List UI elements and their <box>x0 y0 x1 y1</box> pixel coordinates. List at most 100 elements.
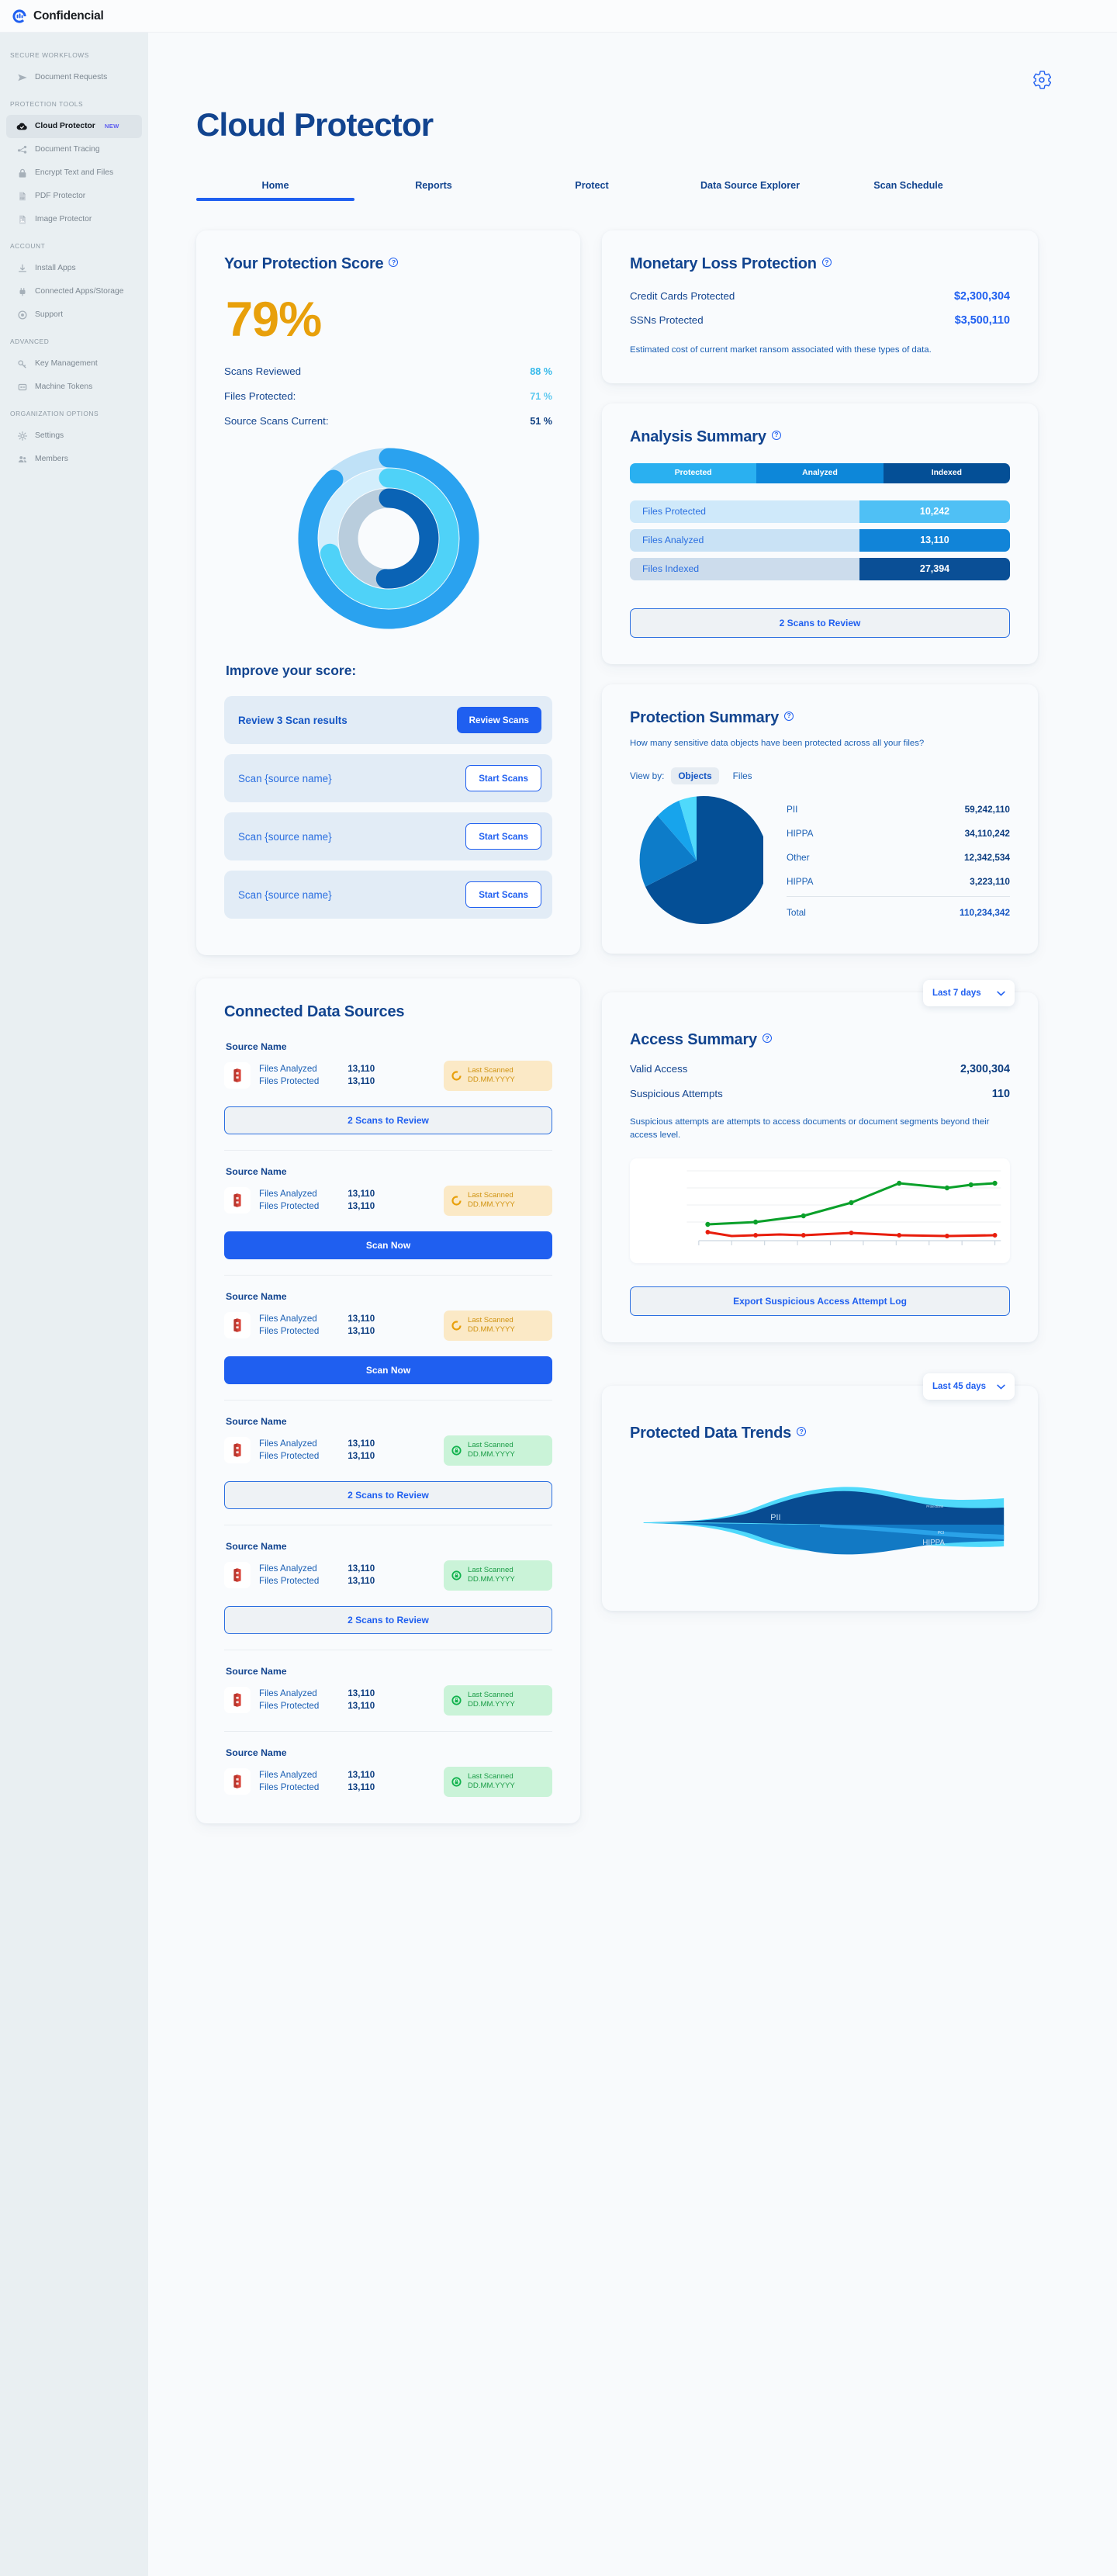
start-scans-button[interactable]: Start Scans <box>465 881 541 908</box>
improve-row-text: Scan {source name} <box>238 830 332 843</box>
view-option-objects[interactable]: Objects <box>671 767 719 785</box>
analysis-scans-to-review-button[interactable]: 2 Scans to Review <box>630 608 1010 638</box>
badge-top-text: Last Scanned <box>468 1066 514 1075</box>
files-analyzed-value: 13,110 <box>348 1563 375 1574</box>
access-row: Valid Access 2,300,304 <box>630 1063 1010 1075</box>
pending-circle-icon <box>451 1196 462 1206</box>
badge-bottom-text: DD.MM.YYYY <box>468 1575 515 1584</box>
data-source-block: Source Name Files Analyzed Files Protect… <box>224 1041 552 1134</box>
scans-to-review-button[interactable]: 2 Scans to Review <box>224 1480 552 1509</box>
sidebar-item-install-apps[interactable]: Install Apps <box>6 257 142 280</box>
segment-indexed[interactable]: Indexed <box>883 462 1010 483</box>
source-metric-labels: Files Analyzed Files Protected <box>259 1563 319 1588</box>
help-icon[interactable]: ? <box>762 1034 772 1044</box>
view-option-files[interactable]: Files <box>726 767 759 784</box>
sidebar-item-document-requests[interactable]: Document Requests <box>6 66 142 89</box>
start-scans-button[interactable]: Start Scans <box>465 765 541 791</box>
tab-protect[interactable]: Protect <box>513 180 671 201</box>
trends-range-dropdown[interactable]: Last 45 days <box>923 1373 1015 1401</box>
files-analyzed-label: Files Analyzed <box>259 1563 317 1574</box>
pii-band <box>645 1491 1005 1527</box>
data-source-block: Source Name Files Analyzed Files Protect… <box>224 1541 552 1634</box>
source-metric-values: 13,110 13,110 <box>348 1188 375 1214</box>
export-suspicious-log-button[interactable]: Export Suspicious Access Attempt Log <box>630 1286 1010 1317</box>
legend-value: 12,342,534 <box>963 851 1010 863</box>
files-analyzed-value: 13,110 <box>348 1688 375 1698</box>
analysis-row: Files Protected 10,242 <box>630 500 1010 523</box>
protection-score-card: Your Protection Score ? 79% Scans Review… <box>196 230 580 955</box>
protected-data-trends-card: Last 45 days Protected Data Trends ? PII… <box>602 1373 1038 1612</box>
legend-total-label: Total <box>787 906 806 918</box>
review-scans-button[interactable]: Review Scans <box>456 707 541 733</box>
aws-s3-icon <box>224 1437 251 1464</box>
scan-now-button[interactable]: Scan Now <box>224 1356 552 1384</box>
main-content: Cloud Protector Home Reports Protect Dat… <box>148 33 1117 2576</box>
sidebar-item-cloud-protector[interactable]: Cloud Protector NEW <box>6 115 142 138</box>
aws-s3-icon <box>224 1768 251 1795</box>
segment-protected[interactable]: Protected <box>630 462 757 483</box>
help-icon[interactable]: ? <box>389 258 399 267</box>
files-analyzed-label: Files Analyzed <box>259 1064 317 1075</box>
tab-reports[interactable]: Reports <box>354 180 513 201</box>
brand-logo[interactable]: Confidencial <box>11 8 104 25</box>
aws-s3-icon <box>224 1312 251 1339</box>
access-note: Suspicious attempts are attempts to acce… <box>630 1117 990 1140</box>
monetary-title: Monetary Loss Protection ? <box>630 255 832 273</box>
sidebar-item-settings[interactable]: Settings <box>6 424 142 448</box>
scans-to-review-button[interactable]: 2 Scans to Review <box>224 1605 552 1634</box>
access-value: 110 <box>991 1088 1010 1101</box>
analysis-row: Files Indexed 27,394 <box>630 557 1010 580</box>
legend-label: Other <box>787 851 810 863</box>
help-icon[interactable]: ? <box>784 711 794 721</box>
segment-analyzed[interactable]: Analyzed <box>756 462 884 483</box>
files-analyzed-label: Files Analyzed <box>259 1313 317 1324</box>
aws-s3-icon <box>224 1562 251 1589</box>
settings-gear-button[interactable] <box>1032 70 1052 90</box>
sidebar-item-support[interactable]: Support <box>6 303 142 327</box>
access-range-dropdown[interactable]: Last 7 days <box>923 980 1015 1007</box>
sidebar-item-pdf-protector[interactable]: PDF PDF Protector <box>6 185 142 208</box>
sidebar-item-machine-tokens[interactable]: Machine Tokens <box>6 376 142 399</box>
source-metric-labels: Files Analyzed Files Protected <box>259 1063 319 1089</box>
tabs-bar: Home Reports Protect Data Source Explore… <box>196 180 987 201</box>
metric-label: Files Protected: <box>224 390 296 402</box>
sidebar-item-members[interactable]: Members <box>6 448 142 471</box>
sidebar-item-document-tracing[interactable]: Document Tracing <box>6 138 142 161</box>
tab-scan-schedule[interactable]: Scan Schedule <box>829 180 987 201</box>
source-metric-labels: Files Analyzed Files Protected <box>259 1188 319 1214</box>
data-trends-title: Protected Data Trends ? <box>630 1425 807 1442</box>
help-icon[interactable]: ? <box>821 258 832 267</box>
svg-text:PDF: PDF <box>19 197 24 200</box>
scans-to-review-button[interactable]: 2 Scans to Review <box>224 1106 552 1134</box>
legend-row: PII 59,242,110 <box>787 797 1010 821</box>
source-name: Source Name <box>226 1165 287 1177</box>
improve-row: Scan {source name} Start Scans <box>224 871 552 919</box>
protection-summary-legend: PII 59,242,110 HIPPA 34,110,242 Other 12… <box>787 797 1010 924</box>
source-name: Source Name <box>226 1290 287 1302</box>
analysis-row-value: 27,394 <box>859 557 1010 580</box>
sidebar-item-key-management[interactable]: Key Management <box>6 352 142 376</box>
analysis-title: Analysis Summary ? <box>630 428 781 446</box>
protection-score-title: Your Protection Score ? <box>224 255 399 273</box>
monetary-row: Credit Cards Protected $2,300,304 <box>630 290 1010 303</box>
help-icon[interactable]: ? <box>771 430 781 440</box>
sidebar-item-encrypt-text-and-files[interactable]: Encrypt Text and Files <box>6 161 142 185</box>
legend-divider <box>787 896 1010 898</box>
sidebar-item-label: Machine Tokens <box>35 382 93 391</box>
scan-now-button[interactable]: Scan Now <box>224 1231 552 1259</box>
source-name: Source Name <box>226 1747 287 1758</box>
legend-value: 34,110,242 <box>964 827 1010 839</box>
sidebar-item-connected-apps-storage[interactable]: Connected Apps/Storage <box>6 280 142 303</box>
badge-bottom-text: DD.MM.YYYY <box>468 1075 515 1085</box>
files-protected-value: 13,110 <box>348 1451 375 1462</box>
tab-data-source-explorer[interactable]: Data Source Explorer <box>671 180 829 201</box>
legend-value: 59,242,110 <box>964 803 1010 815</box>
help-icon[interactable]: ? <box>797 1427 807 1437</box>
source-metric-values: 13,110 13,110 <box>348 1769 375 1795</box>
sidebar-item-image-protector[interactable]: Image Protector <box>6 208 142 231</box>
sidebar-item-label: Members <box>35 454 68 463</box>
tab-home[interactable]: Home <box>196 180 354 201</box>
nav-group-title-secure-workflows: SECURE WORKFLOWS <box>10 51 89 59</box>
start-scans-button[interactable]: Start Scans <box>465 823 541 850</box>
monetary-row: SSNs Protected $3,500,110 <box>630 314 1010 327</box>
